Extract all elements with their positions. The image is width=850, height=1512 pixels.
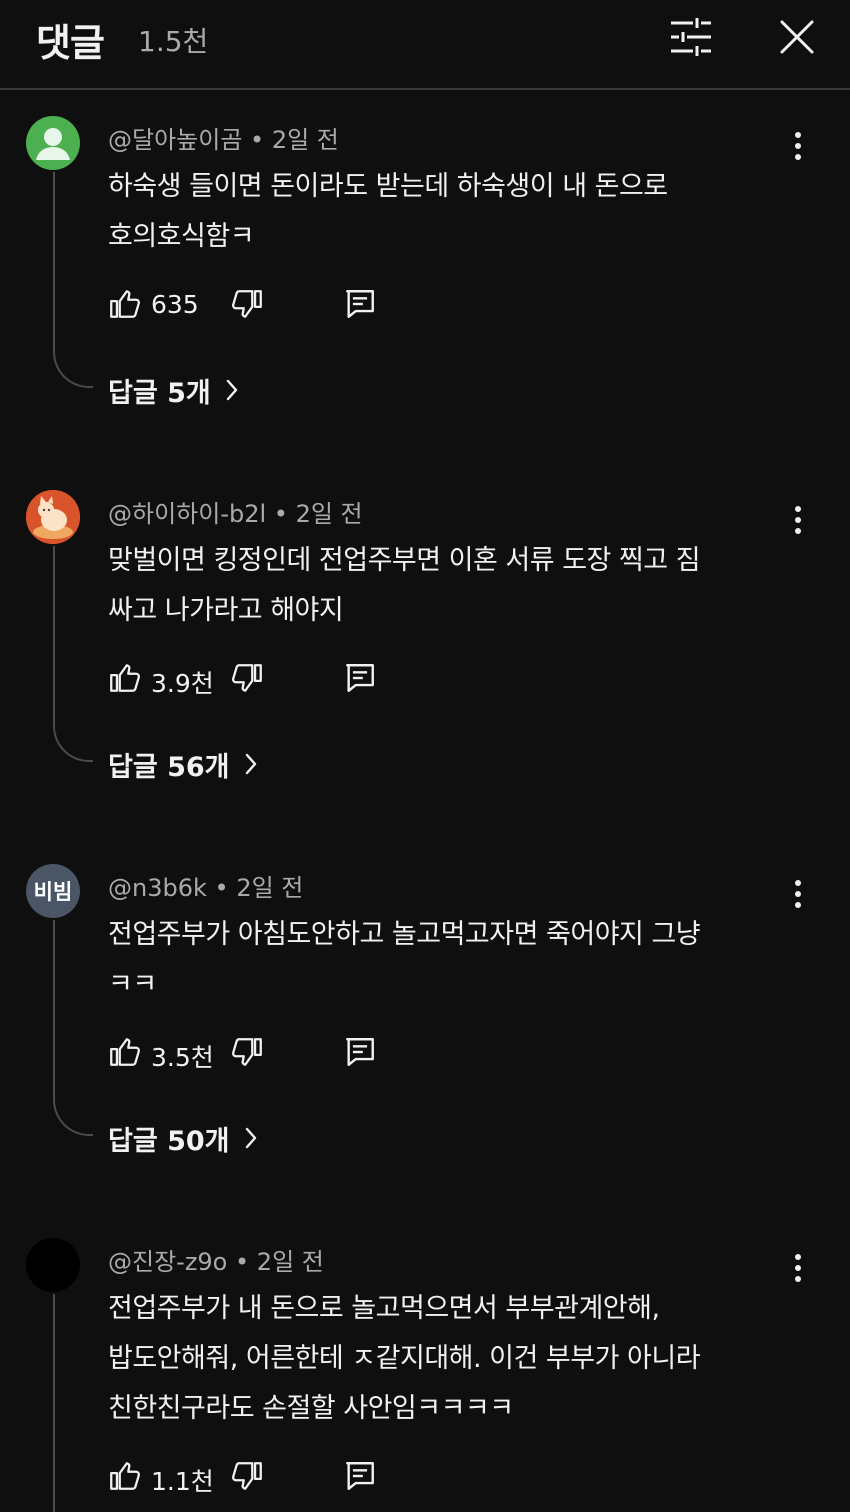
comment-count: 1.5천	[138, 25, 209, 58]
author-handle[interactable]: @달아높이곰	[108, 126, 242, 154]
thumbs-down-icon	[231, 1035, 265, 1069]
more-vert-icon	[794, 879, 802, 909]
thumbs-up-icon	[107, 661, 141, 695]
more-options-button[interactable]	[782, 874, 814, 914]
thumbs-down-icon	[231, 661, 265, 695]
thumbs-down-icon	[231, 287, 265, 321]
comment-text-line: 전업주부가 아침도안하고 놀고먹고자면 죽어야지 그냥	[108, 919, 701, 950]
thumbs-up-icon	[107, 287, 141, 321]
chevron-right-icon	[225, 378, 239, 402]
comment-meta: @달아높이곰 • 2일 전	[108, 126, 339, 154]
view-replies-button[interactable]: 답글 56개	[108, 744, 258, 784]
comment-text-line: ㅋㅋ	[108, 969, 157, 1000]
comment-text: 전업주부가 아침도안하고 놀고먹고자면 죽어야지 그냥 ㅋㅋ	[108, 910, 768, 1010]
like-button[interactable]	[106, 284, 142, 324]
reply-button[interactable]	[342, 284, 378, 324]
comment-time: 2일 전	[256, 1248, 324, 1276]
like-count: 1.1천	[151, 1467, 214, 1496]
thumbs-up-icon	[107, 1035, 141, 1069]
chevron-right-icon	[244, 752, 258, 776]
reply-button[interactable]	[342, 1456, 378, 1496]
dislike-button[interactable]	[230, 1032, 266, 1072]
reply-icon	[343, 287, 377, 321]
filter-button[interactable]	[666, 14, 716, 60]
thread-line	[53, 920, 93, 1136]
thread-line	[53, 546, 93, 762]
reply-icon	[343, 1035, 377, 1069]
dislike-button[interactable]	[230, 284, 266, 324]
comment-actions: 1.1천	[106, 1456, 406, 1500]
dislike-button[interactable]	[230, 1456, 266, 1496]
more-options-button[interactable]	[782, 500, 814, 540]
like-button[interactable]	[106, 1032, 142, 1072]
comment-text: 하숙생 들이면 돈이라도 받는데 하숙생이 내 돈으로호의호식함ㅋ	[108, 162, 768, 262]
comment-text-line: 하숙생 들이면 돈이라도 받는데 하숙생이 내 돈으로	[108, 171, 668, 202]
more-vert-icon	[794, 1253, 802, 1283]
author-handle[interactable]: @n3b6k	[108, 874, 207, 902]
more-vert-icon	[794, 505, 802, 535]
comment-text-line: 맞벌이면 킹정인데 전업주부면 이혼 서류 도장 찍고 짐	[108, 545, 701, 576]
author-handle[interactable]: @진장-z9o	[108, 1248, 227, 1276]
avatar[interactable]	[26, 116, 80, 170]
comment-text-line: 친한친구라도 손절할 사안임ㅋㅋㅋㅋ	[108, 1393, 514, 1424]
comment-time: 2일 전	[295, 500, 363, 528]
reply-icon	[343, 1459, 377, 1493]
comment-text-line: 싸고 나가라고 해야지	[108, 595, 344, 626]
comment-time: 2일 전	[271, 126, 339, 154]
comment-meta: @하이하이-b2l • 2일 전	[108, 500, 363, 528]
avatar[interactable]	[26, 490, 80, 544]
comment-meta: @n3b6k • 2일 전	[108, 874, 304, 902]
comment-text-line: 밥도안해줘, 어른한테 ㅈ같지대해. 이건 부부가 아니라	[108, 1343, 701, 1374]
thumbs-up-icon	[107, 1459, 141, 1493]
avatar[interactable]	[26, 1238, 80, 1292]
avatar-label: 비빔	[33, 880, 73, 904]
comment-meta: @진장-z9o • 2일 전	[108, 1248, 324, 1276]
comment-time: 2일 전	[236, 874, 304, 902]
page-title: 댓글	[36, 21, 105, 65]
view-replies-button[interactable]: 답글 50개	[108, 1118, 258, 1158]
view-replies-button[interactable]: 답글 5개	[108, 370, 239, 410]
thread-line	[53, 1294, 93, 1512]
more-vert-icon	[794, 131, 802, 161]
comment-text: 전업주부가 내 돈으로 놀고먹으면서 부부관계안해, 밥도안해줘, 어른한테 ㅈ같…	[108, 1284, 768, 1434]
thumbs-down-icon	[231, 1459, 265, 1493]
reply-button[interactable]	[342, 658, 378, 698]
comment-text: 맞벌이면 킹정인데 전업주부면 이혼 서류 도장 찍고 짐싸고 나가라고 해야지	[108, 536, 768, 636]
replies-label: 답글 50개	[108, 1125, 230, 1157]
comment-text-line: 전업주부가 내 돈으로 놀고먹으면서 부부관계안해,	[108, 1293, 660, 1324]
like-count: 3.9천	[151, 669, 214, 698]
avatar[interactable]: 비빔	[26, 864, 80, 918]
comments-header: 댓글 1.5천	[0, 0, 850, 90]
like-button[interactable]	[106, 1456, 142, 1496]
comment-text-line: 호의호식함ㅋ	[108, 221, 255, 252]
dislike-button[interactable]	[230, 658, 266, 698]
comment-actions: 3.5천	[106, 1032, 406, 1076]
close-icon	[780, 20, 814, 54]
more-options-button[interactable]	[782, 1248, 814, 1288]
thread-line	[53, 172, 93, 388]
replies-label: 답글 56개	[108, 751, 230, 783]
sliders-icon	[671, 18, 711, 56]
reply-icon	[343, 661, 377, 695]
like-button[interactable]	[106, 658, 142, 698]
author-handle[interactable]: @하이하이-b2l	[108, 500, 266, 528]
like-count: 635	[151, 290, 199, 319]
chevron-right-icon	[244, 1126, 258, 1150]
comment-actions: 635	[106, 284, 406, 328]
reply-button[interactable]	[342, 1032, 378, 1072]
comment-actions: 3.9천	[106, 658, 406, 702]
like-count: 3.5천	[151, 1043, 214, 1072]
more-options-button[interactable]	[782, 126, 814, 166]
replies-label: 답글 5개	[108, 377, 211, 409]
close-button[interactable]	[772, 14, 822, 60]
